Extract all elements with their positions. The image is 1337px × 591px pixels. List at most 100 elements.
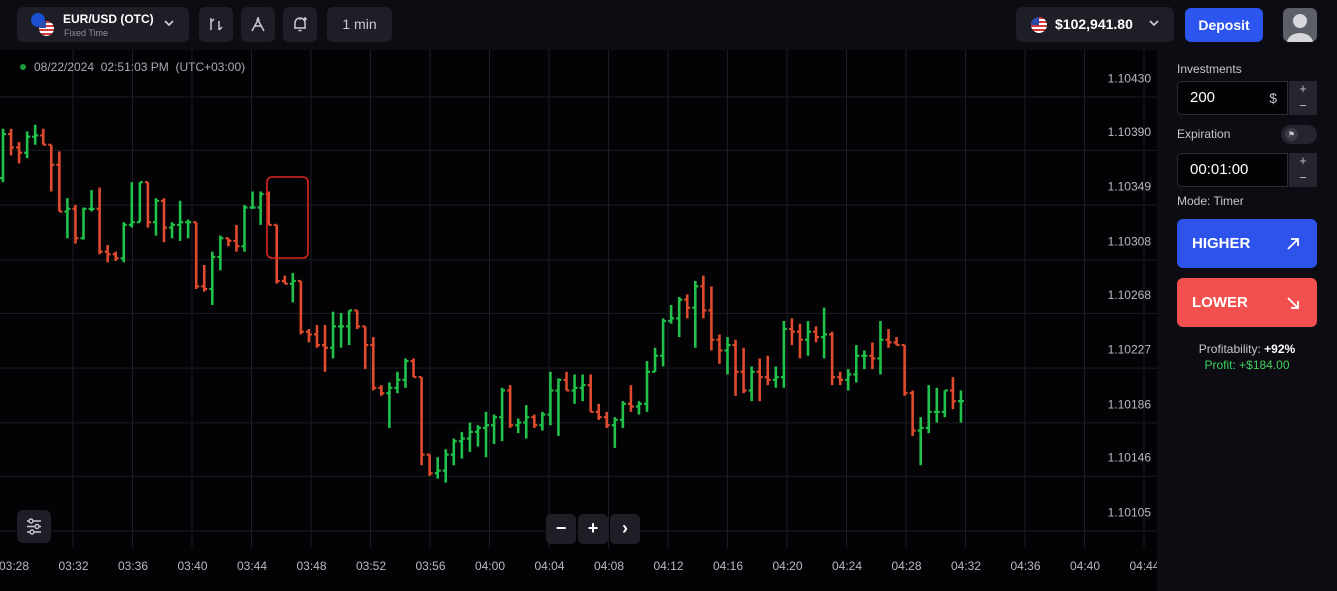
scroll-right-button[interactable]: › — [610, 514, 640, 544]
ohlc-bar-up — [152, 198, 159, 236]
expiration-value: 00:01:00 — [1190, 161, 1249, 178]
ohlc-bar-up — [88, 190, 95, 212]
ohlc-bar-down — [225, 237, 232, 247]
user-avatar-icon — [1287, 14, 1313, 42]
y-tick-label: 1.10390 — [1108, 125, 1152, 139]
account-balance[interactable]: $102,941.80 — [1016, 7, 1174, 42]
sliders-icon — [27, 518, 41, 535]
ohlc-bar-down — [96, 187, 103, 255]
lower-button[interactable]: LOWER — [1177, 278, 1317, 327]
ohlc-bar-up — [24, 131, 31, 159]
ohlc-bar-down — [901, 343, 908, 396]
ohlc-bar-down — [893, 337, 900, 347]
x-tick-label: 04:12 — [653, 559, 683, 573]
us-flag-icon — [39, 21, 54, 36]
alarm-button[interactable] — [283, 7, 317, 42]
lower-label: LOWER — [1192, 294, 1248, 311]
ohlc-bar-up — [289, 272, 296, 303]
ohlc-bar-up — [668, 305, 675, 324]
ohlc-bar-down — [507, 385, 514, 428]
ohlc-bar-up — [491, 414, 498, 444]
ohlc-bar-up — [555, 378, 562, 436]
higher-button[interactable]: HIGHER — [1177, 219, 1317, 268]
ohlc-bar-down — [788, 318, 795, 346]
ohlc-bar-up — [861, 350, 868, 370]
ohlc-bar-down — [587, 374, 594, 413]
ohlc-bar-down — [48, 143, 55, 192]
ohlc-bar-up — [660, 318, 667, 367]
ohlc-bar-up — [32, 124, 39, 145]
ohlc-bar-down — [949, 377, 956, 410]
ohlc-bar-down — [201, 264, 208, 292]
ohlc-bar-up — [805, 321, 811, 356]
avatar[interactable] — [1283, 8, 1317, 42]
flag-icon: ⚑ — [1285, 128, 1298, 141]
compass-indicator-icon — [251, 17, 265, 32]
x-tick-label: 04:04 — [534, 559, 564, 573]
x-tick-label: 04:00 — [475, 559, 505, 573]
ohlc-bar-up — [724, 337, 731, 375]
ohlc-bar-up — [957, 390, 964, 423]
timestamp-timezone: (UTC+03:00) — [175, 60, 246, 74]
ohlc-bar-up — [877, 321, 884, 375]
ohlc-chart[interactable]: 1.10430 1.10390 1.10349 1.10308 1.10268 1.102… — [0, 50, 1157, 591]
ohlc-bar-up — [917, 417, 924, 466]
investment-input[interactable]: 200 $ — [1177, 81, 1288, 115]
x-tick-label: 03:36 — [118, 559, 148, 573]
drawing-tool-icon — [210, 18, 223, 31]
ohlc-bar-up — [780, 321, 787, 388]
ohlc-bar-up — [120, 222, 127, 263]
ohlc-bar-down — [740, 347, 747, 394]
expiration-increase-button[interactable]: + — [1289, 153, 1317, 170]
x-tick-label: 04:36 — [1010, 559, 1040, 573]
chevron-down-icon — [164, 20, 174, 27]
highlight-box — [266, 176, 309, 259]
timeframe-selector[interactable]: 1 min — [327, 7, 392, 42]
zoom-out-button[interactable]: − — [546, 514, 576, 544]
ohlc-bar-up — [515, 418, 522, 434]
ohlc-bar-down — [837, 371, 844, 386]
ohlc-bar-up — [257, 191, 264, 225]
ohlc-bar-up — [466, 422, 473, 452]
expiration-decrease-button[interactable]: − — [1289, 170, 1317, 187]
y-tick-label: 1.10146 — [1108, 451, 1152, 465]
drawing-tool-button[interactable] — [199, 7, 233, 42]
ohlc-bar-down — [418, 376, 425, 466]
ohlc-bar-down — [563, 371, 570, 392]
investment-decrease-button[interactable]: − — [1289, 98, 1317, 115]
alarm-add-icon — [294, 17, 307, 32]
currency-symbol: $ — [1269, 90, 1277, 106]
expiration-mode-toggle[interactable]: ⚑ — [1281, 125, 1317, 144]
investment-value: 200 — [1190, 89, 1216, 106]
y-tick-label: 1.10430 — [1108, 72, 1152, 86]
ohlc-bar-down — [909, 390, 916, 436]
investment-increase-button[interactable]: + — [1289, 81, 1317, 98]
ohlc-bar-down — [885, 329, 892, 348]
zoom-in-button[interactable]: + — [578, 514, 608, 544]
ohlc-bar-up — [611, 417, 618, 448]
ohlc-bar-up — [772, 366, 779, 388]
expiration-input[interactable]: 00:01:00 — [1177, 153, 1288, 187]
arrow-up-right-icon — [1287, 238, 1299, 250]
top-bar: EUR/USD (OTC) Fixed Time 1 min $102,941.… — [0, 0, 1337, 50]
x-tick-label: 04:24 — [832, 559, 862, 573]
ohlc-bar-up — [539, 411, 546, 431]
ohlc-bar-up — [0, 128, 6, 183]
ohlc-bar-up — [394, 371, 401, 394]
ohlc-bar-down — [193, 221, 200, 289]
us-flag-icon — [1031, 17, 1047, 33]
ohlc-bar-up — [821, 307, 828, 359]
ohlc-bar-up — [330, 311, 337, 359]
indicator-button[interactable] — [241, 7, 275, 42]
ohlc-bar-down — [595, 403, 602, 420]
deposit-button[interactable]: Deposit — [1185, 8, 1263, 42]
chart-settings-button[interactable] — [17, 510, 51, 543]
x-tick-label: 04:20 — [772, 559, 802, 573]
ohlc-bar-up — [644, 361, 650, 412]
ohlc-bar-down — [684, 294, 691, 319]
asset-selector[interactable]: EUR/USD (OTC) Fixed Time — [17, 7, 189, 42]
mode-label: Mode: Timer — [1177, 194, 1244, 208]
live-indicator-icon — [20, 64, 26, 70]
y-tick-label: 1.10268 — [1108, 288, 1152, 302]
price-chart[interactable]: 1.10430 1.10390 1.10349 1.10308 1.10268 1.102… — [0, 50, 1157, 591]
